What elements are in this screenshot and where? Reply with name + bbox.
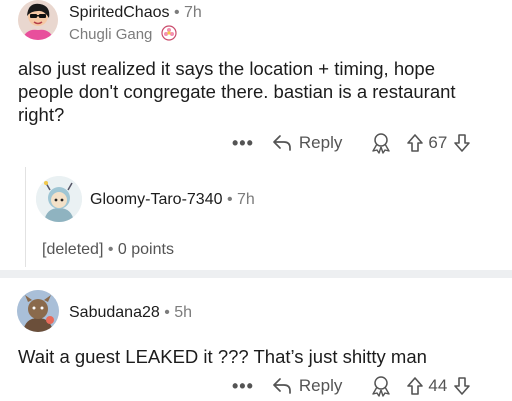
timestamp: 7h bbox=[237, 191, 255, 208]
vote-score: 67 bbox=[428, 133, 448, 152]
separator-dot: • bbox=[164, 304, 170, 321]
vote-score: 44 bbox=[428, 376, 448, 395]
comment-author[interactable]: SpiritedChaos • 7h bbox=[69, 4, 202, 22]
timestamp: 7h bbox=[184, 4, 202, 21]
deleted-comment-info: [deleted] • 0 points bbox=[42, 241, 174, 259]
timestamp: 5h bbox=[174, 304, 193, 321]
reply-label: Reply bbox=[298, 376, 343, 395]
upvote-button[interactable] bbox=[406, 376, 424, 396]
downvote-button[interactable] bbox=[453, 133, 471, 153]
comment-body: Wait a guest LEAKED it ??? That’s just s… bbox=[18, 346, 427, 367]
comment-actions: ••• Reply 44 bbox=[232, 374, 471, 398]
more-options-button[interactable]: ••• bbox=[232, 133, 254, 154]
comment-body: also just realized it says the location … bbox=[18, 58, 456, 125]
comment-thread: SpiritedChaos • 7h Chugli Gang also just… bbox=[0, 0, 512, 401]
section-divider bbox=[0, 270, 512, 278]
separator-dot: • bbox=[107, 241, 114, 258]
reply-arrow-icon bbox=[272, 134, 292, 152]
avatar[interactable] bbox=[18, 0, 58, 40]
more-options-button[interactable]: ••• bbox=[232, 376, 254, 397]
avatar[interactable] bbox=[17, 290, 59, 332]
downvote-arrow-icon bbox=[454, 377, 471, 395]
downvote-button[interactable] bbox=[453, 376, 471, 396]
separator-dot: • bbox=[226, 191, 233, 208]
award-button[interactable] bbox=[370, 132, 392, 154]
separator-dot: • bbox=[173, 4, 180, 21]
comment-actions: ••• Reply 67 bbox=[232, 131, 471, 155]
comment-author[interactable]: Sabudana28 • 5h bbox=[69, 304, 192, 322]
reply-button[interactable]: Reply bbox=[272, 376, 342, 396]
points-label: 0 points bbox=[117, 241, 174, 258]
award-button[interactable] bbox=[370, 375, 392, 397]
username[interactable]: Sabudana28 bbox=[69, 304, 160, 321]
comment-author[interactable]: Gloomy-Taro-7340 • 7h bbox=[90, 191, 255, 209]
avatar[interactable] bbox=[36, 176, 82, 222]
upvote-arrow-icon bbox=[407, 134, 424, 152]
reply-arrow-icon bbox=[272, 377, 292, 395]
reply-label: Reply bbox=[298, 133, 343, 152]
deleted-label: [deleted] bbox=[42, 241, 104, 258]
user-flair: Chugli Gang bbox=[69, 25, 177, 45]
flair-text: Chugli Gang bbox=[69, 26, 153, 43]
username[interactable]: SpiritedChaos bbox=[69, 4, 170, 21]
award-icon bbox=[372, 133, 391, 154]
upvote-button[interactable] bbox=[406, 133, 424, 153]
upvote-arrow-icon bbox=[407, 377, 424, 395]
reply-button[interactable]: Reply bbox=[272, 133, 342, 153]
thread-line[interactable] bbox=[25, 167, 26, 267]
award-icon bbox=[372, 376, 391, 397]
flower-emoji-icon bbox=[160, 25, 177, 45]
username[interactable]: Gloomy-Taro-7340 bbox=[90, 191, 223, 208]
downvote-arrow-icon bbox=[454, 134, 471, 152]
